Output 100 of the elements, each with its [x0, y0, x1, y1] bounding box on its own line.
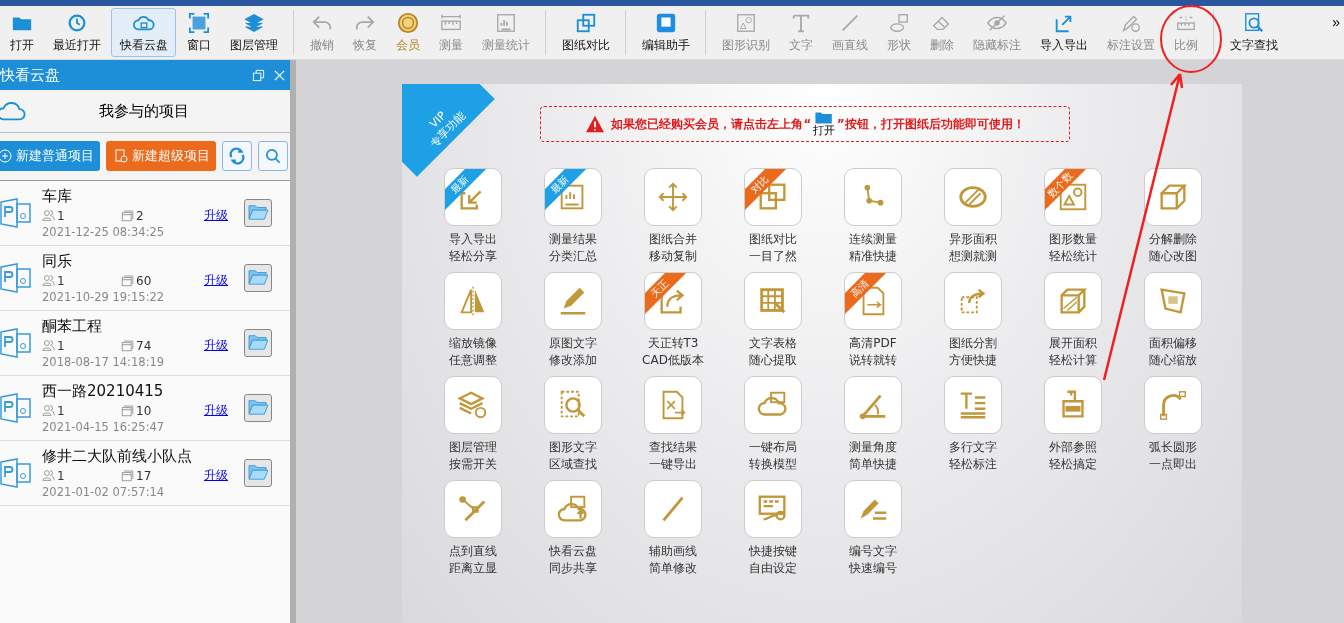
cad-app-icon — [654, 11, 677, 34]
upgrade-link[interactable]: 升级 — [204, 272, 228, 289]
feature-tile[interactable] — [644, 168, 702, 226]
upgrade-link[interactable]: 升级 — [204, 402, 228, 419]
feature-label: 测量结果 分类汇总 — [549, 231, 597, 265]
shapes-icon — [887, 11, 910, 34]
open-folder-button[interactable] — [244, 199, 272, 227]
feature-label: 文字表格 随心提取 — [749, 335, 797, 369]
feature-tile[interactable]: 高清 — [844, 272, 902, 330]
feature-label: 图形文字 区域查找 — [549, 439, 597, 473]
feature-tile[interactable]: 数个数 — [1044, 168, 1102, 226]
files-icon — [121, 209, 134, 222]
feature-tile[interactable]: 最新 — [544, 168, 602, 226]
folder-icon — [814, 111, 834, 125]
panel-title: 快看云盘 — [0, 65, 61, 85]
upgrade-link[interactable]: 升级 — [204, 207, 228, 224]
project-item[interactable]: 同乐 1 60 升级 2021-10-29 19:15:22 — [0, 246, 290, 311]
toolbar-button[interactable]: 窗口 — [178, 8, 219, 57]
feature-tile[interactable] — [744, 480, 802, 538]
project-item[interactable]: 修井二大队前线小队点 1 17 升级 2021-01-02 07:57:14 — [0, 441, 290, 506]
folder-icon — [247, 202, 269, 221]
feature-tile[interactable] — [844, 376, 902, 434]
restore-icon[interactable] — [252, 68, 265, 82]
toolbar-button[interactable]: 图层管理 — [221, 8, 286, 57]
toolbar-button[interactable]: 打开 — [1, 8, 42, 57]
feature-tile[interactable]: 对比 — [744, 168, 802, 226]
feature-tile[interactable] — [744, 376, 802, 434]
search-button[interactable] — [258, 141, 288, 171]
feature-label: 面积偏移 随心缩放 — [1149, 335, 1197, 369]
project-time: 2018-08-17 14:18:19 — [42, 355, 166, 369]
toolbar-button[interactable]: 编辑助手 — [633, 8, 698, 57]
project-time: 2021-10-29 19:15:22 — [42, 290, 166, 304]
project-file-icon — [0, 263, 32, 293]
feature-tile[interactable] — [544, 480, 602, 538]
feature-tile[interactable]: 天正 — [644, 272, 702, 330]
feature-label: 展开面积 轻松计算 — [1049, 335, 1097, 369]
badge-text: 最新 — [548, 173, 572, 196]
project-item[interactable]: 西一路20210415 1 10 升级 2021-04-15 16:25:47 — [0, 376, 290, 441]
feature-tile[interactable] — [544, 376, 602, 434]
open-folder-button[interactable] — [244, 264, 272, 292]
feature-tile[interactable]: 最新 — [444, 168, 502, 226]
feature-tile[interactable] — [844, 168, 902, 226]
project-file-icon — [0, 393, 32, 423]
chart-icon — [494, 11, 517, 34]
members-icon — [42, 274, 55, 287]
feature-tile[interactable] — [644, 376, 702, 434]
toolbar-button[interactable]: 最近打开 — [44, 8, 109, 57]
feature-tile[interactable] — [1044, 272, 1102, 330]
feature-label: 异形面积 想测就测 — [949, 231, 997, 265]
notice-text: 如果您已经购买会员，请点击左上角“ — [611, 116, 811, 132]
feature-tile[interactable] — [1144, 376, 1202, 434]
toolbar-button[interactable]: 快看云盘 — [111, 8, 176, 57]
upgrade-link[interactable]: 升级 — [204, 337, 228, 354]
toolbar-button[interactable]: 文字查找 — [1221, 8, 1286, 57]
toolbar-button[interactable]: 导入导出 — [1031, 8, 1096, 57]
project-name: 车库 — [42, 187, 73, 206]
files-icon — [121, 469, 134, 482]
feature-tile[interactable] — [544, 272, 602, 330]
member-count: 1 — [57, 273, 66, 288]
feature-label: 连续测量 精准快捷 — [849, 231, 897, 265]
close-icon[interactable] — [273, 68, 286, 82]
warning-icon — [585, 115, 606, 133]
feature-tile[interactable] — [944, 168, 1002, 226]
feature-label: 导入导出 轻松分享 — [449, 231, 497, 265]
open-folder-button[interactable] — [244, 459, 272, 487]
feature-tile[interactable] — [444, 480, 502, 538]
project-name: 西一路20210415 — [42, 382, 165, 401]
new-super-project-button[interactable]: 新建超级项目 — [106, 141, 216, 171]
feature-label: 图纸合并 移动复制 — [649, 231, 697, 265]
toolbar-button[interactable]: 图纸对比 — [553, 8, 618, 57]
document-plus-icon — [114, 149, 128, 163]
more-button[interactable]: » — [1328, 14, 1344, 30]
members-icon — [42, 469, 55, 482]
feature-tile[interactable] — [944, 376, 1002, 434]
upgrade-link[interactable]: 升级 — [204, 467, 228, 484]
project-item[interactable]: 车库 1 2 升级 2021-12-25 08:34:25 — [0, 181, 290, 246]
toolbar-button[interactable]: 会员 — [387, 8, 428, 57]
feature-label: 点到直线 距离立显 — [449, 543, 497, 577]
feature-tile[interactable] — [944, 272, 1002, 330]
feature-tile[interactable] — [744, 272, 802, 330]
search-icon — [264, 147, 282, 165]
new-project-button[interactable]: 新建普通项目 — [0, 141, 100, 171]
feature-tile[interactable] — [444, 272, 502, 330]
feature-tile[interactable] — [444, 376, 502, 434]
feature-tile[interactable] — [1044, 376, 1102, 434]
feature-tile[interactable] — [1144, 272, 1202, 330]
file-count: 60 — [136, 273, 153, 288]
badge-text: 数个数 — [1045, 169, 1075, 200]
open-folder-button[interactable] — [244, 329, 272, 357]
sync-button[interactable] — [222, 141, 252, 171]
feature-tile[interactable] — [1144, 168, 1202, 226]
feature-label: 缩放镜像 任意调整 — [449, 335, 497, 369]
open-folder-button[interactable] — [244, 394, 272, 422]
project-item[interactable]: 酮苯工程 1 74 升级 2018-08-17 14:18:19 — [0, 311, 290, 376]
feature-tile[interactable] — [844, 480, 902, 538]
member-count: 1 — [57, 468, 66, 483]
folder-icon — [247, 462, 269, 481]
feature-label: 图纸对比 一目了然 — [749, 231, 797, 265]
feature-tile[interactable] — [644, 480, 702, 538]
layers-icon — [242, 11, 265, 34]
